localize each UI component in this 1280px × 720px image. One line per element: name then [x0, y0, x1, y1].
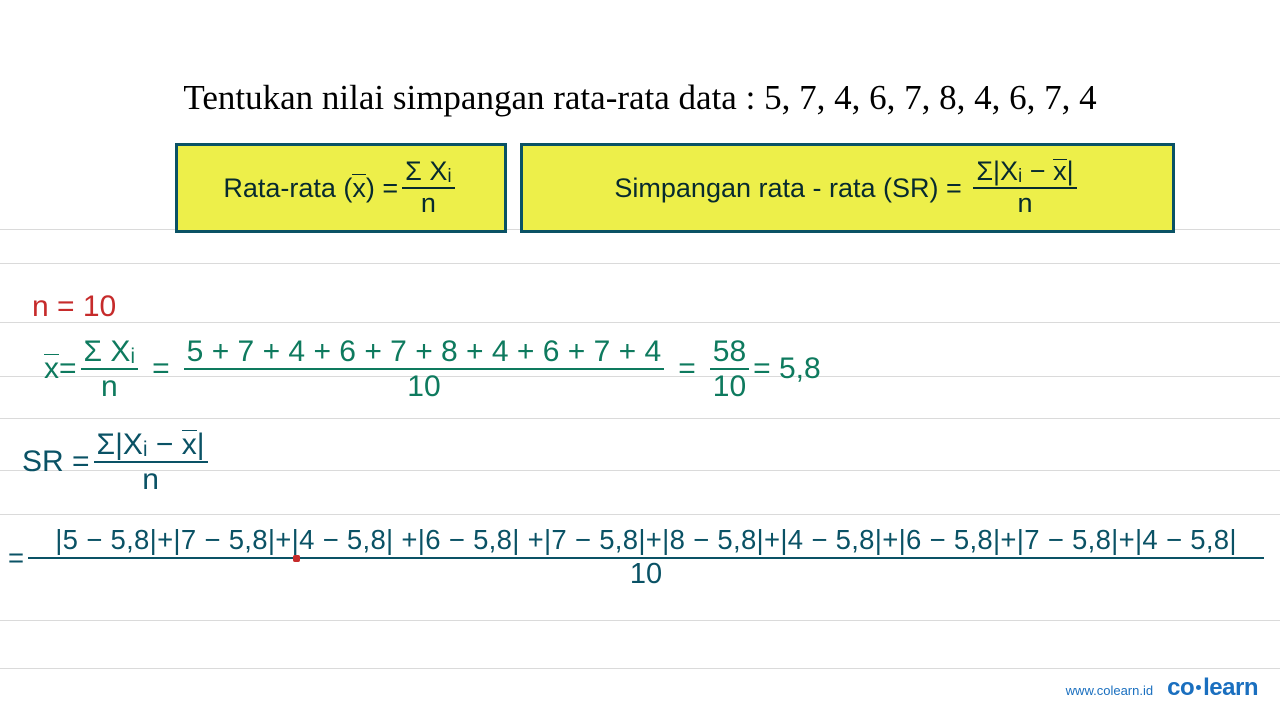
sr-formula-line: SR = Σ|Xᵢ − x| n: [22, 428, 212, 496]
mean-frac2-den: 10: [184, 370, 665, 403]
x-bar-symbol: x: [182, 428, 197, 461]
brand-logo: colearn: [1167, 674, 1258, 702]
mean-frac-reduced: 58 10: [710, 335, 749, 403]
mean-frac1-num: Σ Xᵢ: [81, 335, 139, 370]
formula-box-sr: Simpangan rata - rata (SR) = Σ|Xᵢ − x| n: [520, 143, 1175, 233]
formula-sr-denominator: n: [973, 189, 1076, 219]
formula-mean-numerator: Σ Xᵢ: [402, 157, 454, 189]
brand-pre: co: [1167, 674, 1194, 701]
sr-num-prefix: Σ|Xᵢ −: [97, 428, 182, 461]
formula-mean-label-suffix: ) =: [366, 173, 398, 204]
mean-frac2-num: 5 + 7 + 4 + 6 + 7 + 8 + 4 + 6 + 7 + 4: [184, 335, 665, 370]
formula-sr-num-prefix: Σ|Xᵢ −: [976, 156, 1053, 186]
sr-expansion-line: = |5 − 5,8|+|7 − 5,8|+|4 − 5,8| +|6 − 5,…: [8, 525, 1268, 591]
footer-url: www.colearn.id: [1066, 683, 1153, 698]
sr-expansion-fraction: |5 − 5,8|+|7 − 5,8|+|4 − 5,8| +|6 − 5,8|…: [28, 525, 1264, 591]
problem-title: Tentukan nilai simpangan rata-rata data …: [0, 78, 1280, 118]
mean-frac-symbolic: Σ Xᵢ n: [81, 335, 139, 403]
x-bar-symbol: x: [44, 352, 59, 386]
mean-result: = 5,8: [753, 352, 821, 386]
mean-frac-expanded: 5 + 7 + 4 + 6 + 7 + 8 + 4 + 6 + 7 + 4 10: [184, 335, 665, 403]
sr-denominator: n: [94, 463, 208, 496]
mean-computation: x = Σ Xᵢ n = 5 + 7 + 4 + 6 + 7 + 8 + 4 +…: [44, 335, 821, 403]
sr-num-suffix: |: [197, 428, 205, 461]
eq-sign: =: [59, 352, 77, 386]
formula-sr-num-suffix: |: [1067, 156, 1074, 186]
eq-sign: =: [152, 352, 170, 386]
mean-frac3-den: 10: [710, 370, 749, 403]
brand-dot-icon: [1196, 685, 1201, 690]
sr-numerator: Σ|Xᵢ − x|: [94, 428, 208, 463]
formula-sr-label: Simpangan rata - rata (SR) =: [614, 173, 961, 204]
sr-expansion-numerator: |5 − 5,8|+|7 − 5,8|+|4 − 5,8| +|6 − 5,8|…: [28, 525, 1264, 559]
sr-fraction: Σ|Xᵢ − x| n: [94, 428, 208, 496]
formula-mean-label-prefix: Rata-rata (: [223, 173, 352, 204]
formula-sr-numerator: Σ|Xᵢ − x|: [973, 157, 1076, 189]
brand-post: learn: [1203, 674, 1258, 701]
x-bar-symbol: x: [1053, 157, 1067, 187]
page-root: Tentukan nilai simpangan rata-rata data …: [0, 0, 1280, 720]
sr-expansion-denominator: 10: [28, 559, 1264, 591]
formula-sr-fraction: Σ|Xᵢ − x| n: [973, 157, 1076, 218]
eq-sign: =: [678, 352, 696, 386]
formula-box-mean: Rata-rata ( x ) = Σ Xᵢ n: [175, 143, 507, 233]
mean-frac3-num: 58: [710, 335, 749, 370]
footer: www.colearn.id colearn: [1066, 674, 1258, 702]
eq-sign: =: [8, 542, 24, 574]
n-equals-line: n = 10: [32, 290, 116, 324]
x-bar-symbol: x: [352, 173, 366, 204]
formula-mean-fraction: Σ Xᵢ n: [402, 157, 454, 218]
sr-lhs: SR =: [22, 445, 90, 479]
mean-frac1-den: n: [81, 370, 139, 403]
cursor-dot: [293, 555, 300, 562]
formula-mean-denominator: n: [402, 189, 454, 219]
